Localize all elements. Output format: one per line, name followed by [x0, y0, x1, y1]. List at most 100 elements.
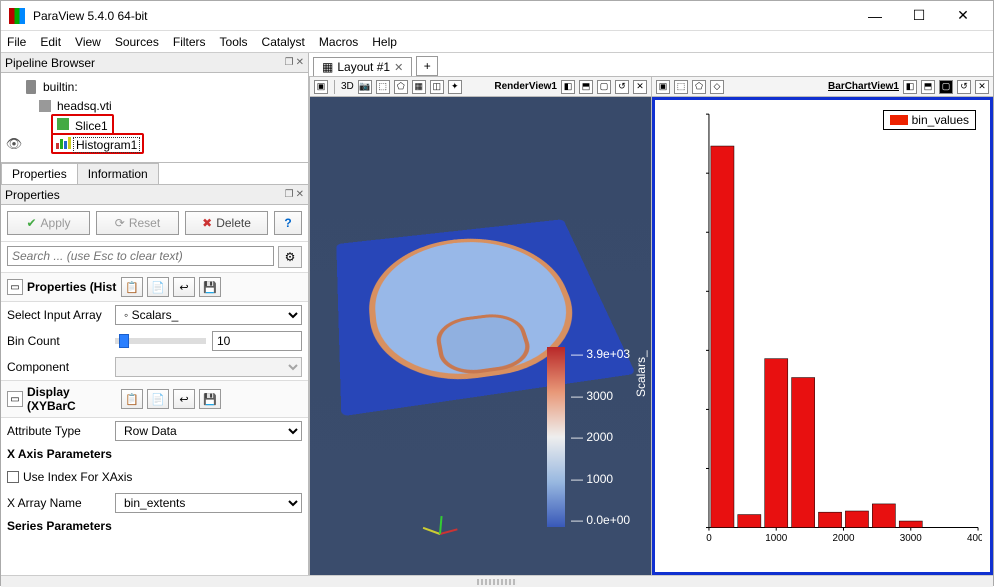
colorbar-title: Scalars_	[634, 350, 648, 397]
window-close-button[interactable]: ✕	[941, 2, 985, 30]
svg-text:4000: 4000	[967, 533, 982, 544]
properties-search-input[interactable]	[7, 246, 274, 266]
layout-icon: ▦	[322, 60, 333, 74]
section-display-header[interactable]: ▭ Display (XYBarC 📋 📄 ↩ 💾	[1, 380, 308, 418]
deselect-icon[interactable]: ◇	[710, 80, 724, 94]
pipeline-item-builtin[interactable]: builtin:	[5, 77, 304, 96]
menu-tools[interactable]: Tools	[220, 35, 248, 49]
bin-count-slider[interactable]	[115, 338, 206, 344]
restore-icon[interactable]: ↺	[957, 80, 971, 94]
restore-button[interactable]: ↩	[173, 389, 195, 409]
restore-button[interactable]: ↩	[173, 277, 195, 297]
camera-icon[interactable]: 📷	[358, 80, 372, 94]
gear-icon: ⚙	[285, 250, 296, 264]
pick-icon[interactable]: ▣	[656, 80, 670, 94]
close-icon[interactable]: ✕	[394, 61, 403, 74]
collapse-icon[interactable]: ▭	[7, 391, 23, 407]
x-axis-parameters-header: X Axis Parameters	[1, 444, 308, 464]
menu-macros[interactable]: Macros	[319, 35, 358, 49]
view-name-label: BarChartView1	[828, 81, 899, 92]
select-input-array-dropdown[interactable]: ◦ Scalars_	[115, 305, 302, 325]
split-v-icon[interactable]: ⬒	[921, 80, 935, 94]
help-button[interactable]: ?	[274, 211, 302, 235]
paste-button[interactable]: 📄	[147, 389, 169, 409]
app-logo-icon	[9, 8, 25, 24]
search-options-button[interactable]: ⚙	[278, 246, 302, 268]
collapse-icon[interactable]: ▭	[7, 279, 23, 295]
menu-help[interactable]: Help	[372, 35, 397, 49]
colorbar-ticks: 3.9e+03 3000 2000 1000 0.0e+00	[571, 347, 637, 527]
select-poly-icon[interactable]: ⬠	[692, 80, 706, 94]
x-icon: ✖	[202, 216, 212, 230]
use-index-checkbox[interactable]: Use Index For XAxis	[7, 470, 132, 484]
close-view-icon[interactable]: ✕	[633, 80, 647, 94]
panel-close-icon[interactable]: ✕	[296, 57, 304, 68]
menu-edit[interactable]: Edit	[40, 35, 61, 49]
visibility-eye-icon[interactable]: 👁	[5, 136, 23, 152]
attribute-type-dropdown[interactable]: Row Data	[115, 421, 302, 441]
use-index-for-xaxis-row: Use Index For XAxis	[1, 464, 308, 490]
bar-chart-svg: 0500010000150002000025000300003500001000…	[705, 108, 982, 548]
copy-button[interactable]: 📋	[121, 277, 143, 297]
menu-catalyst[interactable]: Catalyst	[262, 35, 305, 49]
x-array-name-dropdown[interactable]: bin_extents	[115, 493, 302, 513]
copy-button[interactable]: 📋	[121, 389, 143, 409]
bin-count-row: Bin Count	[1, 328, 308, 354]
window-minimize-button[interactable]: —	[853, 2, 897, 30]
pipeline-item-headsq[interactable]: headsq.vti	[5, 96, 304, 115]
maximize-icon[interactable]: ▢	[597, 80, 611, 94]
component-dropdown[interactable]	[115, 357, 302, 377]
histogram-icon	[55, 135, 71, 151]
select-block-icon[interactable]: ▦	[412, 80, 426, 94]
pipeline-item-slice1[interactable]: Slice1	[5, 115, 304, 134]
menu-file[interactable]: File	[7, 35, 26, 49]
menu-view[interactable]: View	[75, 35, 101, 49]
restore-icon[interactable]: ↺	[615, 80, 629, 94]
statusbar	[1, 575, 993, 587]
panel-float-icon[interactable]: ❐	[285, 57, 294, 68]
layout-tab-1[interactable]: ▦ Layout #1 ✕	[313, 57, 412, 76]
tab-properties[interactable]: Properties	[1, 163, 78, 184]
select-point-icon[interactable]: ✦	[448, 80, 462, 94]
reset-button[interactable]: ⟳Reset	[96, 211, 179, 235]
window-maximize-button[interactable]: ☐	[897, 2, 941, 30]
check-icon: ✔	[26, 216, 36, 230]
window-title: ParaView 5.4.0 64-bit	[33, 9, 853, 23]
select-icon[interactable]: ⬚	[376, 80, 390, 94]
save-button[interactable]: 💾	[199, 277, 221, 297]
split-h-icon[interactable]: ◧	[561, 80, 575, 94]
barchart-canvas[interactable]: bin_values 05000100001500020000250003000…	[652, 97, 993, 575]
render-canvas[interactable]: 3.9e+03 3000 2000 1000 0.0e+00 Scalars_	[310, 97, 651, 575]
pipeline-item-histogram1[interactable]: 👁 Histogram1	[5, 134, 304, 153]
split-h-icon[interactable]: ◧	[903, 80, 917, 94]
maximize-icon[interactable]: ▢	[939, 80, 953, 94]
select-rect-icon[interactable]: ⬚	[674, 80, 688, 94]
color-legend[interactable]: 3.9e+03 3000 2000 1000 0.0e+00 Scalars_	[547, 347, 637, 527]
tab-information[interactable]: Information	[77, 163, 159, 184]
select-poly-icon[interactable]: ⬠	[394, 80, 408, 94]
section-properties-header[interactable]: ▭ Properties (Hist 📋 📄 ↩ 💾	[1, 272, 308, 302]
select-frustum-icon[interactable]: ◫	[430, 80, 444, 94]
attribute-type-row: Attribute Type Row Data	[1, 418, 308, 444]
orientation-axes-icon[interactable]	[420, 505, 460, 545]
mode-3d-button[interactable]: 3D	[341, 81, 354, 92]
panel-float-icon[interactable]: ❐	[285, 189, 294, 200]
menu-sources[interactable]: Sources	[115, 35, 159, 49]
bin-count-input[interactable]	[212, 331, 302, 351]
property-tabs: Properties Information	[1, 163, 308, 185]
paste-button[interactable]: 📄	[147, 277, 169, 297]
chart-legend: bin_values	[883, 110, 976, 130]
pick-icon[interactable]: ▣	[314, 80, 328, 94]
layout-add-button[interactable]: +	[416, 56, 438, 76]
panel-close-icon[interactable]: ✕	[296, 189, 304, 200]
apply-button[interactable]: ✔Apply	[7, 211, 90, 235]
split-v-icon[interactable]: ⬒	[579, 80, 593, 94]
splitter-grip-icon[interactable]	[477, 579, 517, 585]
pipeline-browser-panel: Pipeline Browser ❐✕ builtin: headsq.vti …	[1, 53, 308, 163]
cube-icon	[37, 98, 53, 114]
menu-filters[interactable]: Filters	[173, 35, 206, 49]
close-view-icon[interactable]: ✕	[975, 80, 989, 94]
properties-panel: ✔Apply ⟳Reset ✖Delete ? ⚙ ▭ Properties (…	[1, 205, 308, 575]
delete-button[interactable]: ✖Delete	[185, 211, 268, 235]
save-button[interactable]: 💾	[199, 389, 221, 409]
